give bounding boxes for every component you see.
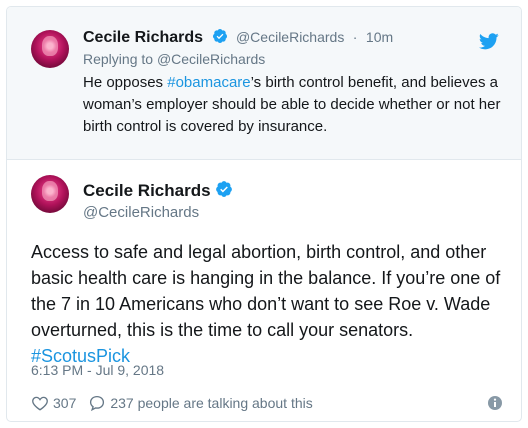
replying-to-label: Replying to bbox=[83, 51, 154, 67]
tweet-actions: 307 237 people are talking about this bbox=[31, 392, 313, 414]
author-name[interactable]: Cecile Richards bbox=[83, 181, 211, 200]
parent-tweet[interactable]: Cecile Richards @CecileRichards · 10m Re… bbox=[7, 7, 521, 160]
tweet-text: Access to safe and legal abortion, birth… bbox=[31, 239, 501, 369]
tweet-body: Access to safe and legal abortion, birth… bbox=[31, 242, 501, 340]
replying-to-line: Replying to @CecileRichards bbox=[83, 51, 265, 67]
author-name[interactable]: Cecile Richards bbox=[83, 29, 203, 46]
parent-tweet-text: He opposes #obamacare’s birth control be… bbox=[83, 72, 503, 138]
like-count[interactable]: 307 bbox=[53, 395, 76, 411]
speech-bubble-icon[interactable] bbox=[88, 394, 106, 412]
info-icon[interactable] bbox=[487, 395, 503, 411]
relative-time-link[interactable]: 10m bbox=[366, 29, 393, 45]
author-handle[interactable]: @CecileRichards bbox=[236, 29, 344, 45]
parent-tweet-header: Cecile Richards @CecileRichards · 10m bbox=[83, 28, 393, 47]
tweet-timestamp-link[interactable]: 6:13 PM - Jul 9, 2018 bbox=[31, 362, 164, 378]
parent-text-start: He opposes bbox=[83, 74, 168, 91]
twitter-bird-icon[interactable] bbox=[479, 33, 499, 50]
verified-badge-icon bbox=[216, 181, 233, 197]
avatar[interactable] bbox=[31, 30, 69, 68]
heart-icon[interactable] bbox=[31, 394, 49, 412]
author-handle[interactable]: @CecileRichards bbox=[83, 204, 199, 221]
conversation-count-link[interactable]: 237 people are talking about this bbox=[110, 395, 312, 411]
main-tweet-author: Cecile Richards bbox=[83, 180, 233, 201]
separator-dot: · bbox=[352, 29, 358, 45]
hashtag-link[interactable]: #obamacare bbox=[167, 74, 250, 91]
embedded-tweet-card: Cecile Richards @CecileRichards · 10m Re… bbox=[6, 6, 522, 422]
verified-badge-icon bbox=[212, 29, 227, 43]
avatar[interactable] bbox=[31, 175, 69, 213]
reply-to-handle-link[interactable]: @CecileRichards bbox=[157, 51, 265, 67]
